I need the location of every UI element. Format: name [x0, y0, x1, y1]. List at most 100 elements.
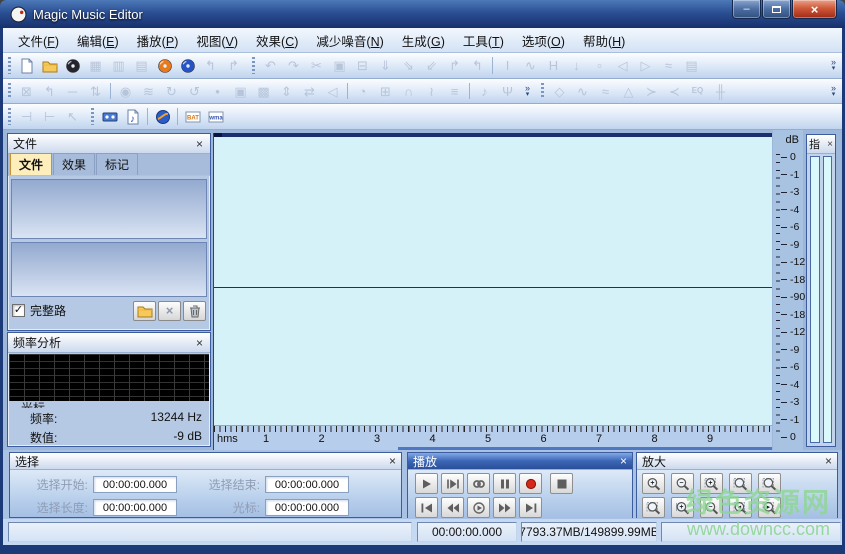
echo-icon[interactable]: ≀: [420, 81, 443, 101]
file-list-secondary[interactable]: [11, 242, 207, 297]
toolbar-grip-handle[interactable]: [251, 57, 256, 74]
exchange-icon[interactable]: ⇄: [298, 81, 321, 101]
equalizer-icon[interactable]: EQ: [686, 81, 709, 101]
vertical-zoom-in-button[interactable]: +: [671, 497, 694, 518]
rip-cd-icon[interactable]: [176, 56, 199, 76]
close-button[interactable]: ×: [792, 0, 837, 19]
menu-item[interactable]: 帮助(H): [574, 28, 634, 53]
record-button[interactable]: [519, 473, 542, 494]
toolbar-grip-handle[interactable]: [90, 108, 95, 125]
file-import-icon[interactable]: ↰: [199, 56, 222, 76]
envelope-icon[interactable]: ≋: [137, 81, 160, 101]
fade-out-icon[interactable]: ≈: [594, 81, 617, 101]
crop-icon[interactable]: ⊟: [351, 56, 374, 76]
zoom-panel-close-icon[interactable]: ×: [825, 454, 832, 468]
cursor-input[interactable]: [265, 499, 349, 516]
save-icon[interactable]: ▦: [84, 56, 107, 76]
plug-left-icon[interactable]: ⊣: [15, 107, 38, 127]
batch-file-icon[interactable]: BAT: [181, 107, 204, 127]
normalize-icon[interactable]: •: [206, 81, 229, 101]
rotate-left-icon[interactable]: ↺: [183, 81, 206, 101]
select-wave-icon[interactable]: ∿: [519, 56, 542, 76]
pitch-icon[interactable]: ♪: [473, 81, 496, 101]
toolbar-overflow-chevron-icon[interactable]: »▾: [521, 85, 534, 98]
play-to-end-button[interactable]: [441, 473, 464, 494]
playback-panel-close-icon[interactable]: ×: [620, 454, 627, 468]
go-end-button[interactable]: [519, 497, 542, 518]
selection-start-input[interactable]: [93, 476, 177, 493]
file-list[interactable]: [11, 179, 207, 239]
stop-button[interactable]: [550, 473, 573, 494]
region-list-icon[interactable]: ▤: [680, 56, 703, 76]
open-file-icon[interactable]: [38, 56, 61, 76]
headphones-icon[interactable]: ∩: [397, 81, 420, 101]
silence-icon[interactable]: ─: [61, 81, 84, 101]
tab-效果[interactable]: 效果: [53, 153, 95, 175]
redo-icon[interactable]: ↷: [282, 56, 305, 76]
paste-mix-icon[interactable]: ⇘: [397, 56, 420, 76]
amplify-icon[interactable]: ◉: [114, 81, 137, 101]
plug-right-icon[interactable]: ⊢: [38, 107, 61, 127]
frame-a-icon[interactable]: ▣: [229, 81, 252, 101]
paint-tool-icon[interactable]: [151, 107, 174, 127]
menu-item[interactable]: 编辑(E): [68, 28, 128, 53]
title-bar[interactable]: Magic Music Editor – ×: [0, 0, 845, 28]
chorus-icon[interactable]: ≡: [443, 81, 466, 101]
paste-icon[interactable]: ⇓: [374, 56, 397, 76]
toolbar-grip-handle[interactable]: [7, 57, 12, 74]
expand-frame-icon[interactable]: ⊞: [374, 81, 397, 101]
zoom-window-button[interactable]: [642, 497, 665, 518]
prev-marker-icon[interactable]: ◁: [611, 56, 634, 76]
open-folder-button[interactable]: [133, 301, 156, 321]
zoom-in-button[interactable]: +: [642, 473, 665, 494]
menu-item[interactable]: 播放(P): [128, 28, 188, 53]
zoom-full-button[interactable]: [758, 473, 781, 494]
selection-length-input[interactable]: [93, 499, 177, 516]
select-range-icon[interactable]: H: [542, 56, 565, 76]
forward-button[interactable]: [493, 497, 516, 518]
fade-wave-icon[interactable]: ∿: [571, 81, 594, 101]
vertical-zoom-out-button[interactable]: −: [700, 497, 723, 518]
minimize-button[interactable]: –: [732, 0, 761, 19]
menu-item[interactable]: 生成(G): [393, 28, 454, 53]
wave-view-icon[interactable]: ≈: [657, 56, 680, 76]
frequency-panel-close-icon[interactable]: ×: [194, 336, 205, 350]
zoom-left-button[interactable]: ◂: [729, 497, 752, 518]
sliders-icon[interactable]: ╫: [709, 81, 732, 101]
timer-icon[interactable]: ◔: [351, 81, 374, 101]
open-cd-icon[interactable]: [61, 56, 84, 76]
pause-button[interactable]: [493, 473, 516, 494]
menu-item[interactable]: 选项(O): [513, 28, 574, 53]
cursor-select-icon[interactable]: I: [496, 56, 519, 76]
cross-fade-icon[interactable]: ◇: [548, 81, 571, 101]
paste-insert-icon[interactable]: ⇙: [420, 56, 443, 76]
burn-cd-icon[interactable]: [153, 56, 176, 76]
remove-button[interactable]: ×: [158, 301, 181, 321]
maximize-button[interactable]: [762, 0, 791, 19]
copy-icon[interactable]: ▣: [328, 56, 351, 76]
file-export-icon[interactable]: ↱: [222, 56, 245, 76]
media-convert-icon[interactable]: [98, 107, 121, 127]
loop-button[interactable]: [467, 473, 490, 494]
undo-icon[interactable]: ↶: [259, 56, 282, 76]
diverge-icon[interactable]: ≺: [663, 81, 686, 101]
rewind-button[interactable]: [441, 497, 464, 518]
waveform-canvas[interactable]: [214, 137, 772, 425]
full-path-checkbox[interactable]: ✓: [12, 304, 25, 317]
paste-over-icon[interactable]: ↰: [466, 56, 489, 76]
menu-item[interactable]: 工具(T): [454, 28, 513, 53]
files-panel-close-icon[interactable]: ×: [194, 137, 205, 151]
delete-icon[interactable]: ⊠: [15, 81, 38, 101]
converge-icon[interactable]: ≻: [640, 81, 663, 101]
time-ruler[interactable]: hms 123456789: [214, 425, 772, 447]
audio-doc-icon[interactable]: ♪: [121, 107, 144, 127]
zoom-selection-button[interactable]: [729, 473, 752, 494]
fade-in-icon[interactable]: △: [617, 81, 640, 101]
invert-icon[interactable]: ⇅: [84, 81, 107, 101]
drop-marker-icon[interactable]: ↓: [565, 56, 588, 76]
zoom-out-button[interactable]: −: [671, 473, 694, 494]
tab-文件[interactable]: 文件: [10, 153, 52, 175]
zoom-right-button[interactable]: ▸: [758, 497, 781, 518]
toolbar-overflow-chevron-icon[interactable]: »▾: [827, 85, 840, 98]
save-all-icon[interactable]: ▤: [130, 56, 153, 76]
